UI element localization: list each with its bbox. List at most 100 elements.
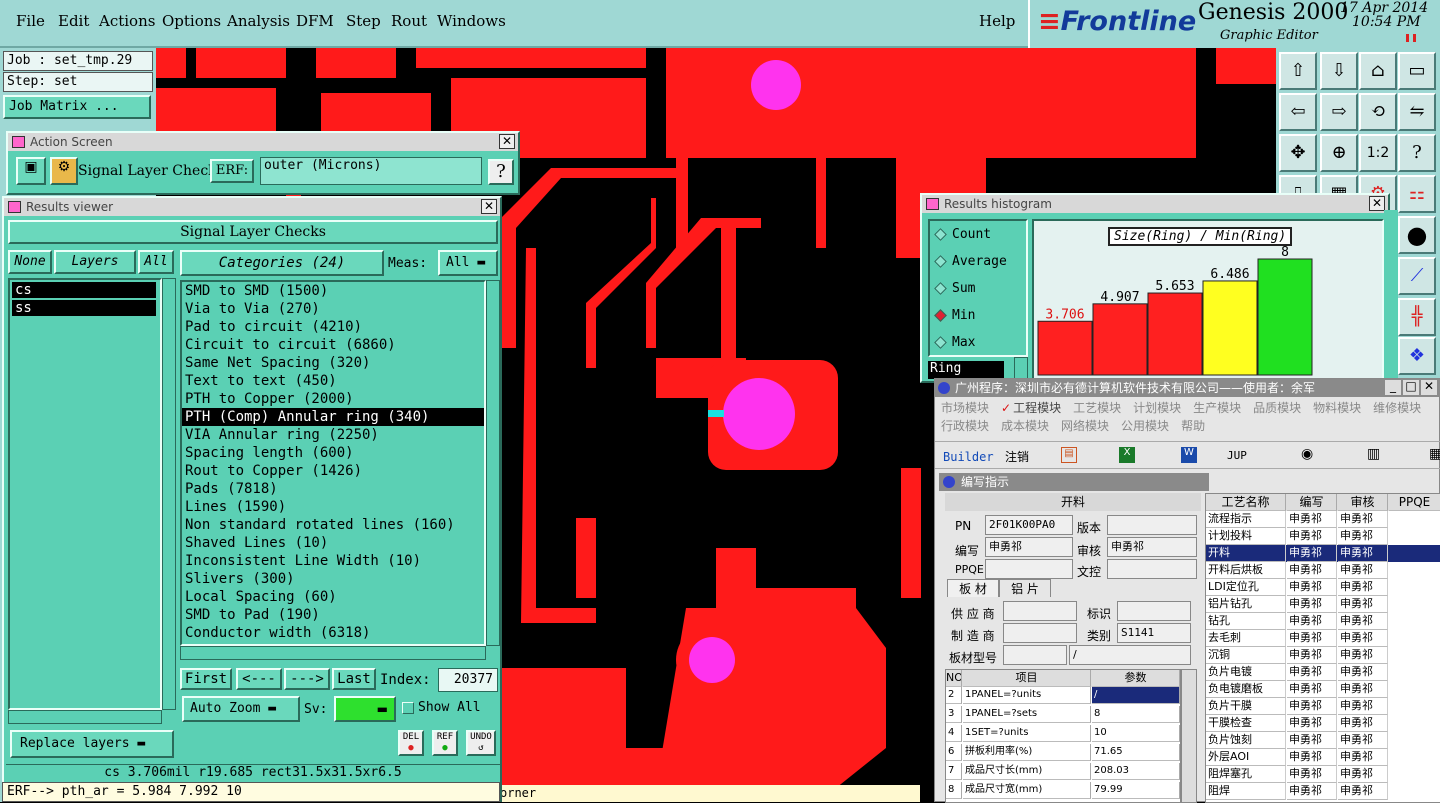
- mode-option[interactable]: Count: [930, 221, 1026, 248]
- param-cell[interactable]: 2: [946, 687, 962, 704]
- menu-file[interactable]: File: [16, 12, 45, 30]
- category-item[interactable]: Shaved Lines (10): [182, 534, 484, 552]
- pause-icon[interactable]: [1406, 34, 1416, 42]
- param-cell[interactable]: 1SET=?units: [963, 725, 1091, 742]
- swap-icon[interactable]: ⇋: [1398, 93, 1436, 131]
- page-icon[interactable]: ▤: [1061, 447, 1077, 463]
- param-row[interactable]: 2 1PANEL=?units /: [946, 687, 1180, 706]
- param-cell[interactable]: 208.03: [1092, 763, 1180, 780]
- process-cell[interactable]: 沉铜: [1206, 647, 1286, 664]
- jup-button[interactable]: JUP: [1227, 449, 1247, 462]
- process-row[interactable]: LDI定位孔 申勇祁 申勇祁: [1206, 579, 1440, 596]
- param-cell[interactable]: 成品尺寸宽(mm): [963, 782, 1091, 799]
- close-icon[interactable]: ✕: [1421, 380, 1437, 395]
- module-menu-item[interactable]: 工程模块: [1013, 401, 1061, 415]
- param-cell[interactable]: 4: [946, 725, 962, 742]
- home-icon[interactable]: ⌂: [1359, 52, 1397, 90]
- process-row[interactable]: 负片蚀刻 申勇祁 申勇祁: [1206, 732, 1440, 749]
- snap-icon[interactable]: ⚏: [1398, 175, 1436, 213]
- process-cell[interactable]: 申勇祁: [1338, 664, 1388, 681]
- zoom-fit-icon[interactable]: ✥: [1279, 134, 1317, 172]
- module-menu-item[interactable]: 维修模块: [1373, 401, 1421, 415]
- process-cell[interactable]: 开料后烘板: [1206, 562, 1286, 579]
- layer-item[interactable]: cs: [12, 282, 156, 298]
- process-cell[interactable]: 申勇祁: [1287, 766, 1337, 783]
- category-item[interactable]: SMD to SMD (1500): [182, 282, 484, 300]
- param-cell[interactable]: 成品尺寸长(mm): [963, 763, 1091, 780]
- module-menu-item[interactable]: 公用模块: [1121, 419, 1169, 433]
- help-button[interactable]: ?: [488, 159, 514, 185]
- arrow-right-icon[interactable]: ⇨: [1320, 93, 1358, 131]
- categories-scrollbar[interactable]: [486, 280, 500, 646]
- checker-field[interactable]: 申勇祁: [1107, 537, 1197, 557]
- pad-icon[interactable]: ●: [1398, 216, 1436, 254]
- histogram-bar[interactable]: [1037, 320, 1093, 376]
- category-item[interactable]: Slivers (300): [182, 570, 484, 588]
- category-item[interactable]: Pad to circuit (4210): [182, 318, 484, 336]
- close-icon[interactable]: ✕: [1369, 196, 1385, 211]
- process-cell[interactable]: 流程指示: [1206, 511, 1286, 528]
- menu-analysis[interactable]: Analysis: [227, 12, 290, 30]
- process-cell[interactable]: 铝片钻孔: [1206, 596, 1286, 613]
- ring-selector[interactable]: Ring: [928, 361, 1004, 379]
- process-cell[interactable]: 申勇祁: [1338, 766, 1388, 783]
- process-cell[interactable]: 钻孔: [1206, 613, 1286, 630]
- process-cell[interactable]: 负片干膜: [1206, 698, 1286, 715]
- category-item[interactable]: PTH (Comp) Annular ring (340): [182, 408, 484, 426]
- arrow-up-icon[interactable]: ⇧: [1279, 52, 1317, 90]
- param-row[interactable]: 7 成品尺寸长(mm) 208.03: [946, 763, 1180, 782]
- process-cell[interactable]: 申勇祁: [1338, 681, 1388, 698]
- process-row[interactable]: 负电镀磨板 申勇祁 申勇祁: [1206, 681, 1440, 698]
- process-cell[interactable]: 申勇祁: [1338, 749, 1388, 766]
- feature-icon[interactable]: ❖: [1398, 337, 1436, 375]
- param-cell[interactable]: 8: [946, 782, 962, 799]
- sv-color-dropdown[interactable]: ▬: [334, 696, 396, 722]
- erf-field[interactable]: outer (Microns): [260, 157, 482, 185]
- delete-button[interactable]: DEL ●: [398, 730, 424, 756]
- view-icon[interactable]: ◉: [1301, 446, 1313, 462]
- print-icon[interactable]: ▦: [1429, 446, 1440, 462]
- param-cell[interactable]: 6: [946, 744, 962, 761]
- category-item[interactable]: Inconsistent Line Width (10): [182, 552, 484, 570]
- param-cell[interactable]: 1PANEL=?sets: [963, 706, 1091, 723]
- category-item[interactable]: Same Net Spacing (320): [182, 354, 484, 372]
- process-row[interactable]: 外层AOI 申勇祁 申勇祁: [1206, 749, 1440, 766]
- category-item[interactable]: Local Spacing (60): [182, 588, 484, 606]
- window-icon[interactable]: ▭: [1398, 52, 1436, 90]
- layer-item[interactable]: ss: [12, 300, 156, 316]
- menu-help[interactable]: Help: [979, 12, 1015, 30]
- process-cell[interactable]: 干膜检查: [1206, 715, 1286, 732]
- param-row[interactable]: 4 1SET=?units 10: [946, 725, 1180, 744]
- module-menu-item[interactable]: 品质模块: [1253, 401, 1301, 415]
- process-cell[interactable]: 申勇祁: [1338, 732, 1388, 749]
- line-icon[interactable]: ⟋: [1398, 257, 1436, 295]
- category-item[interactable]: Non standard rotated lines (160): [182, 516, 484, 534]
- process-row[interactable]: 沉铜 申勇祁 申勇祁: [1206, 647, 1440, 664]
- module-menu-item[interactable]: 工艺模块: [1073, 401, 1121, 415]
- menu-actions[interactable]: Actions: [99, 12, 155, 30]
- process-row[interactable]: 开料 申勇祁 申勇祁: [1206, 545, 1440, 562]
- module-menu-item[interactable]: 行政模块: [941, 419, 989, 433]
- arrow-left-icon[interactable]: ⇦: [1279, 93, 1317, 131]
- process-cell[interactable]: 申勇祁: [1338, 630, 1388, 647]
- process-cell[interactable]: 申勇祁: [1287, 630, 1337, 647]
- minimize-icon[interactable]: _: [1385, 380, 1401, 395]
- process-cell[interactable]: 阻焊塞孔: [1206, 766, 1286, 783]
- tab-aluminum[interactable]: 铝 片: [999, 579, 1051, 597]
- param-cell[interactable]: 79.99: [1092, 782, 1180, 799]
- param-cell[interactable]: 10: [1092, 725, 1180, 742]
- process-cell[interactable]: 申勇祁: [1338, 562, 1388, 579]
- process-cell[interactable]: 申勇祁: [1338, 511, 1388, 528]
- process-cell[interactable]: 申勇祁: [1287, 596, 1337, 613]
- param-cell[interactable]: 71.65: [1092, 744, 1180, 761]
- category-item[interactable]: SMD to Pad (190): [182, 606, 484, 624]
- param-scrollbar[interactable]: [1181, 669, 1197, 803]
- param-row[interactable]: 6 拼板利用率(%) 71.65: [946, 744, 1180, 763]
- module-menu-item[interactable]: 市场模块: [941, 401, 989, 415]
- process-cell[interactable]: 申勇祁: [1338, 613, 1388, 630]
- word-icon[interactable]: W: [1181, 447, 1197, 463]
- process-cell[interactable]: 申勇祁: [1338, 715, 1388, 732]
- close-icon[interactable]: ✕: [499, 134, 515, 149]
- category-item[interactable]: Conductor width (6318): [182, 624, 484, 642]
- arrow-down-icon[interactable]: ⇩: [1320, 52, 1358, 90]
